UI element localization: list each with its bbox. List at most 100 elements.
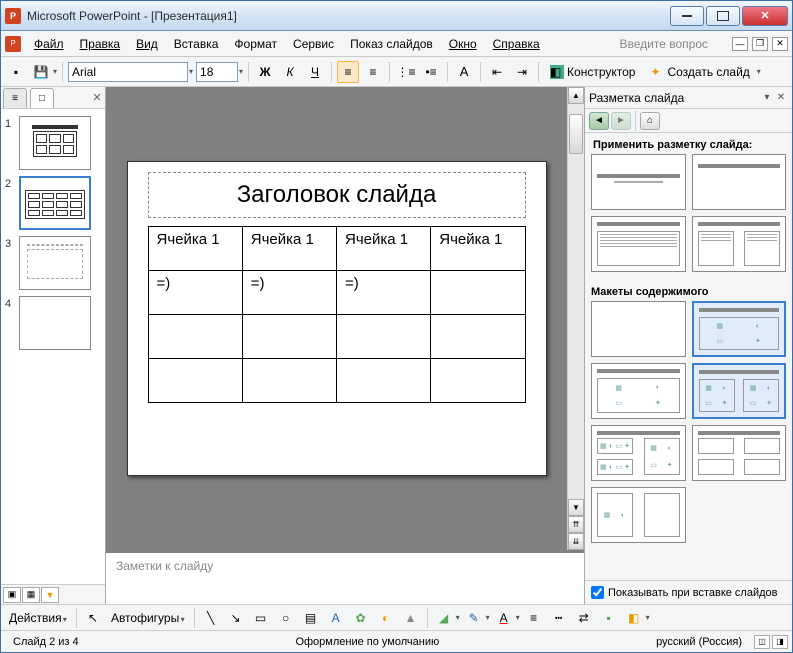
slide[interactable]: Заголовок слайда Ячейка 1Ячейка 1Ячейка …: [127, 161, 547, 476]
status-icon[interactable]: ◨: [772, 635, 788, 649]
menu-view[interactable]: Вид: [129, 35, 165, 53]
slide-title-placeholder[interactable]: Заголовок слайда: [148, 172, 526, 218]
table-cell[interactable]: =): [337, 271, 431, 315]
table-cell[interactable]: [431, 359, 525, 403]
menu-window[interactable]: Окно: [442, 35, 484, 53]
table-cell[interactable]: [242, 359, 336, 403]
slide-thumb-4[interactable]: [19, 296, 91, 350]
scroll-down-button[interactable]: ▼: [568, 499, 584, 516]
shadow-button[interactable]: ▪: [598, 607, 620, 629]
line-tool-button[interactable]: ╲: [200, 607, 222, 629]
slideshow-view-button[interactable]: ▼: [41, 587, 59, 603]
underline-button[interactable]: Ч: [304, 61, 326, 83]
taskpane-close-button[interactable]: ✕: [774, 91, 788, 105]
slide-thumb-1[interactable]: [19, 116, 91, 170]
table-cell[interactable]: [337, 359, 431, 403]
mdi-close-button[interactable]: ✕: [772, 37, 788, 51]
italic-button[interactable]: К: [279, 61, 301, 83]
save-icon[interactable]: 💾: [30, 61, 52, 83]
scroll-thumb[interactable]: [569, 114, 583, 154]
actions-menu[interactable]: Действия ▾: [5, 611, 71, 625]
picture-button[interactable]: ▲: [400, 607, 422, 629]
font-size-select[interactable]: [196, 62, 238, 82]
normal-view-button[interactable]: ▣: [3, 587, 21, 603]
align-center-button[interactable]: ≡: [362, 61, 384, 83]
drawing-overflow-icon[interactable]: ▾: [646, 613, 650, 622]
dropdown-icon[interactable]: ▾: [53, 67, 57, 76]
textbox-tool-button[interactable]: ▤: [300, 607, 322, 629]
layout-variant[interactable]: ▦◐: [591, 487, 686, 543]
layout-four-content[interactable]: [692, 425, 787, 481]
line-color-button[interactable]: ✎: [463, 607, 485, 629]
threed-button[interactable]: ◧: [623, 607, 645, 629]
layout-list[interactable]: Макеты содержимого ▦◐▭✦ ▦◐▭✦ ▦◐▭✦▦◐▭✦ ▦◐…: [585, 154, 792, 580]
table-cell[interactable]: [431, 271, 525, 315]
numbered-list-button[interactable]: ⋮≡: [395, 61, 417, 83]
outline-tab[interactable]: ≡: [3, 88, 27, 108]
menu-file[interactable]: Файл: [27, 35, 71, 53]
diagram-button[interactable]: ✿: [350, 607, 372, 629]
status-icon[interactable]: ◫: [754, 635, 770, 649]
select-tool-button[interactable]: ↖: [82, 607, 104, 629]
menu-slideshow[interactable]: Показ слайдов: [343, 35, 440, 53]
table-cell[interactable]: [337, 315, 431, 359]
table-cell[interactable]: [148, 359, 242, 403]
table-cell[interactable]: [431, 315, 525, 359]
arrow-style-button[interactable]: ⇄: [573, 607, 595, 629]
mdi-minimize-button[interactable]: —: [732, 37, 748, 51]
increase-indent-button[interactable]: ⇥: [511, 61, 533, 83]
taskpane-back-button[interactable]: ◄: [589, 112, 609, 130]
menu-format[interactable]: Формат: [227, 35, 284, 53]
mdi-restore-button[interactable]: ❐: [752, 37, 768, 51]
layout-content-top-bottom[interactable]: ▦◐▭✦▦◐▭✦▦◐▭✦: [591, 425, 686, 481]
table-cell[interactable]: Ячейка 1: [337, 227, 431, 271]
table-cell[interactable]: Ячейка 1: [148, 227, 242, 271]
wordart-button[interactable]: A: [325, 607, 347, 629]
rectangle-tool-button[interactable]: ▭: [250, 607, 272, 629]
dash-style-button[interactable]: ┅: [548, 607, 570, 629]
layout-content[interactable]: ▦◐▭✦: [692, 301, 787, 357]
notes-pane[interactable]: Заметки к слайду: [106, 550, 584, 604]
table-cell[interactable]: =): [242, 271, 336, 315]
scroll-up-button[interactable]: ▲: [568, 87, 584, 104]
vertical-scrollbar[interactable]: ▲ ▼ ⇈ ⇊: [567, 87, 584, 550]
autoshapes-menu[interactable]: Автофигуры ▾: [107, 611, 189, 625]
arrow-tool-button[interactable]: ↘: [225, 607, 247, 629]
outline-close-button[interactable]: ✕: [89, 87, 105, 108]
show-on-insert-checkbox[interactable]: [591, 586, 604, 599]
layout-two-content[interactable]: ▦◐▭✦▦◐▭✦: [692, 363, 787, 419]
layout-title-content[interactable]: ▦◐▭✦: [591, 363, 686, 419]
toolbar-overflow-icon[interactable]: ▾: [757, 67, 761, 76]
mdi-app-icon[interactable]: P: [5, 36, 21, 52]
prev-slide-button[interactable]: ⇈: [568, 516, 584, 533]
layout-blank[interactable]: [591, 301, 686, 357]
increase-font-button[interactable]: A: [453, 61, 475, 83]
font-select[interactable]: [68, 62, 188, 82]
table-cell[interactable]: [242, 315, 336, 359]
layout-title-slide[interactable]: [591, 154, 686, 210]
layout-title-only[interactable]: [692, 154, 787, 210]
sorter-view-button[interactable]: ▦: [22, 587, 40, 603]
slide-thumb-3[interactable]: [19, 236, 91, 290]
oval-tool-button[interactable]: ○: [275, 607, 297, 629]
maximize-button[interactable]: [706, 6, 740, 26]
align-left-button[interactable]: ≡: [337, 61, 359, 83]
ask-question-box[interactable]: Введите вопрос: [620, 37, 729, 51]
menu-help[interactable]: Справка: [486, 35, 547, 53]
minimize-button[interactable]: [670, 6, 704, 26]
next-slide-button[interactable]: ⇊: [568, 533, 584, 550]
table-cell[interactable]: [148, 315, 242, 359]
clipart-button[interactable]: ◐: [375, 607, 397, 629]
bold-button[interactable]: Ж: [254, 61, 276, 83]
slide-canvas[interactable]: Заголовок слайда Ячейка 1Ячейка 1Ячейка …: [106, 87, 567, 550]
slide-table[interactable]: Ячейка 1Ячейка 1Ячейка 1Ячейка 1 =)=)=): [148, 226, 526, 403]
size-dropdown-icon[interactable]: ▾: [239, 67, 243, 76]
taskpane-home-button[interactable]: ⌂: [640, 112, 660, 130]
bulleted-list-button[interactable]: •≡: [420, 61, 442, 83]
font-color-button[interactable]: A: [493, 607, 515, 629]
design-button[interactable]: ◧Конструктор: [544, 61, 641, 83]
line-style-button[interactable]: ≡: [523, 607, 545, 629]
menu-edit[interactable]: Правка: [73, 35, 128, 53]
table-cell[interactable]: Ячейка 1: [431, 227, 525, 271]
taskpane-forward-button[interactable]: ►: [611, 112, 631, 130]
